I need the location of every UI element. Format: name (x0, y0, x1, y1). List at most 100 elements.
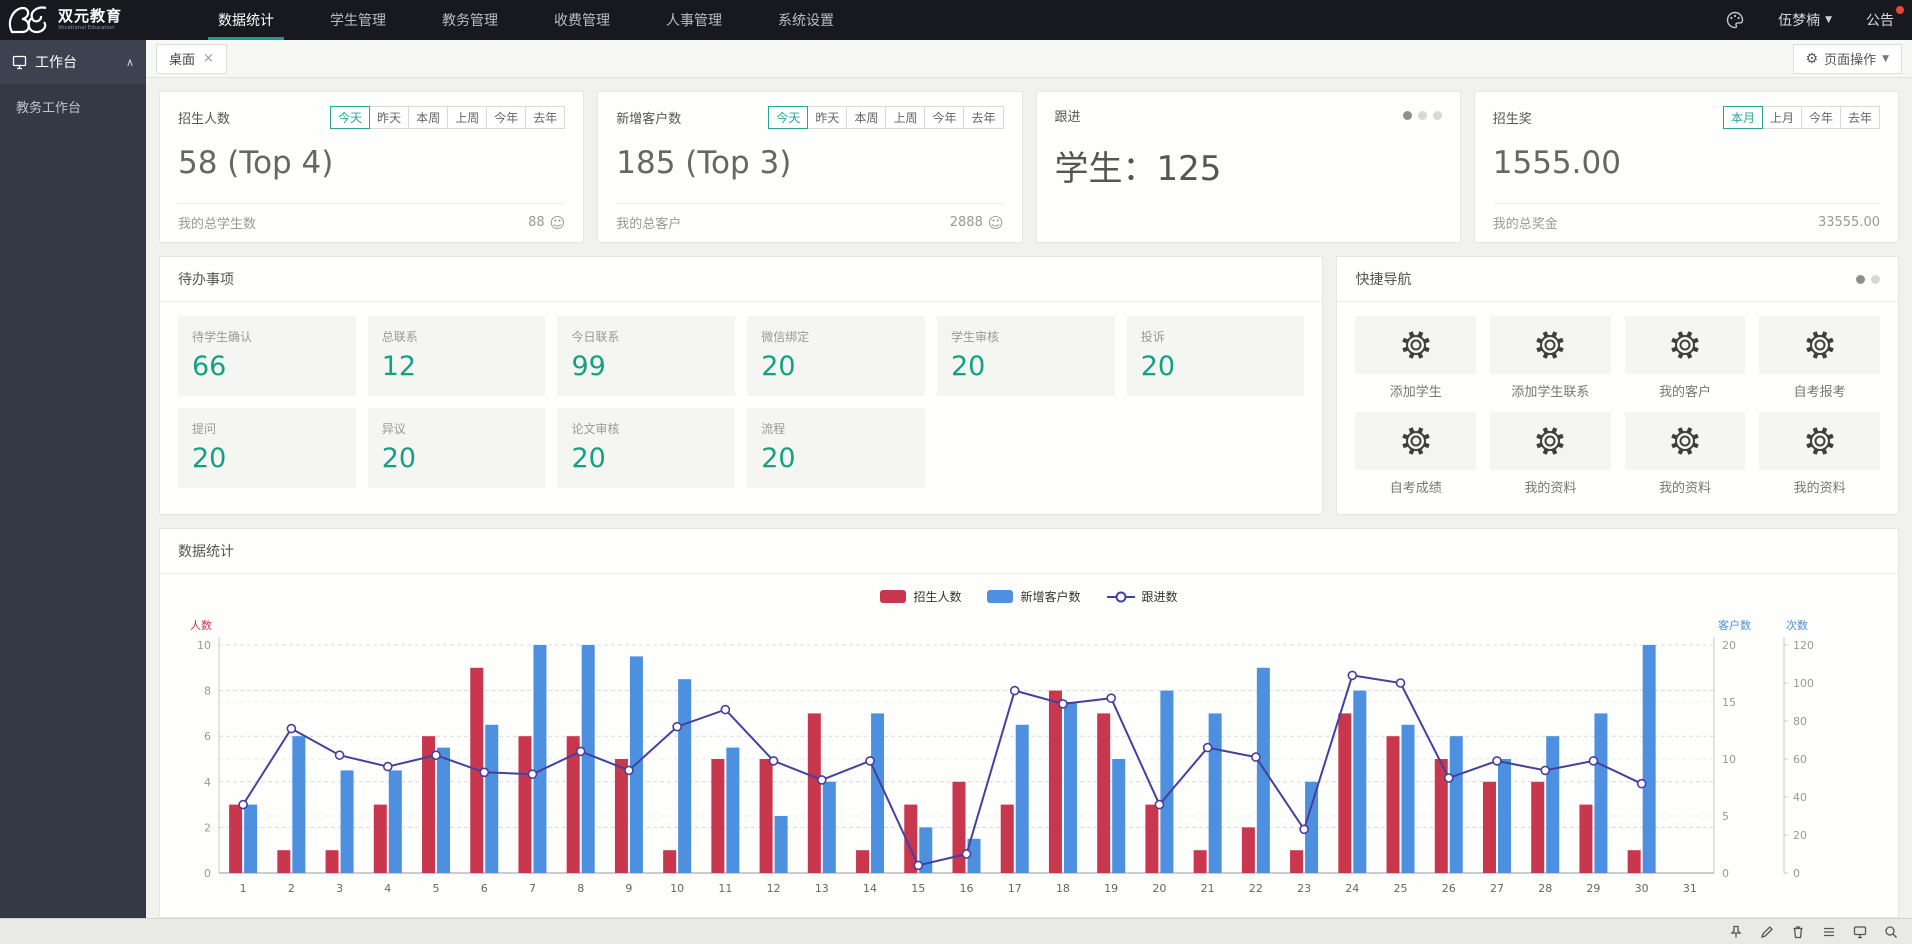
todo-item-value: 20 (951, 351, 1101, 382)
todo-item-微信绑定[interactable]: 微信绑定20 (747, 316, 925, 396)
filter-button-今年[interactable]: 今年 (486, 106, 526, 129)
pin-icon[interactable] (1728, 924, 1743, 939)
quicknav-item-我的资料[interactable]: 我的资料 (1490, 412, 1611, 496)
filter-button-本周[interactable]: 本周 (408, 106, 448, 129)
todo-item-流程[interactable]: 流程20 (747, 408, 925, 488)
notice-button[interactable]: 公告 (1866, 10, 1894, 30)
quicknav-item-label: 添加学生联系 (1490, 381, 1611, 400)
todo-item-总联系[interactable]: 总联系12 (368, 316, 546, 396)
nav-item-教务管理[interactable]: 教务管理 (414, 0, 526, 40)
legend-item-新增客户数[interactable]: 新增客户数 (987, 588, 1080, 605)
carousel-dot[interactable] (1433, 111, 1442, 120)
svg-text:人数: 人数 (190, 619, 212, 632)
app-logo[interactable]: 双元教育 Vocational Education (0, 5, 190, 35)
todo-item-value: 20 (1141, 351, 1291, 382)
filter-button-上周[interactable]: 上周 (447, 106, 487, 129)
nav-item-人事管理[interactable]: 人事管理 (638, 0, 750, 40)
todo-item-异议[interactable]: 异议20 (368, 408, 546, 488)
carousel-dot[interactable] (1418, 111, 1427, 120)
svg-text:20: 20 (1152, 882, 1166, 895)
todo-item-label: 投诉 (1141, 328, 1291, 345)
quicknav-item-自考报考[interactable]: 自考报考 (1759, 316, 1880, 400)
filter-button-去年[interactable]: 去年 (1840, 106, 1880, 129)
carousel-dot[interactable] (1403, 111, 1412, 120)
nav-item-收费管理[interactable]: 收费管理 (526, 0, 638, 40)
filter-button-本月[interactable]: 本月 (1723, 106, 1763, 129)
svg-text:25: 25 (1394, 882, 1408, 895)
todo-item-论文审核[interactable]: 论文审核20 (557, 408, 735, 488)
nav-item-系统设置[interactable]: 系统设置 (750, 0, 862, 40)
legend-item-招生人数[interactable]: 招生人数 (880, 588, 961, 605)
monitor-icon[interactable] (1852, 924, 1867, 939)
todo-item-提问[interactable]: 提问20 (178, 408, 356, 488)
filter-button-今天[interactable]: 今天 (330, 106, 370, 129)
todo-item-value: 20 (382, 443, 532, 474)
todo-item-value: 20 (192, 443, 342, 474)
svg-text:5: 5 (433, 882, 440, 895)
carousel-dot[interactable] (1871, 275, 1880, 284)
sidebar-item-jiaowu-workbench[interactable]: 教务工作台 (0, 84, 146, 128)
todo-item-label: 学生审核 (951, 328, 1101, 345)
search-icon[interactable] (1883, 924, 1898, 939)
svg-text:5: 5 (1722, 810, 1729, 823)
filter-button-去年[interactable]: 去年 (525, 106, 565, 129)
quicknav-item-我的资料[interactable]: 我的资料 (1759, 412, 1880, 496)
page-actions-button[interactable]: ⚙ 页面操作 ▼ (1793, 44, 1903, 74)
nav-item-数据统计[interactable]: 数据统计 (190, 0, 302, 40)
trash-icon[interactable] (1790, 924, 1805, 939)
card-footer-label: 我的总学生数 (178, 213, 256, 232)
collapse-icon: ∧ (126, 56, 134, 69)
svg-text:8: 8 (577, 882, 584, 895)
svg-text:31: 31 (1683, 882, 1697, 895)
filter-button-上周[interactable]: 上周 (885, 106, 925, 129)
filter-button-今年[interactable]: 今年 (924, 106, 964, 129)
todo-grid: 待学生确认66总联系12今日联系99微信绑定20学生审核20投诉20提问20异议… (178, 316, 1304, 488)
svg-text:26: 26 (1442, 882, 1456, 895)
filter-button-上月[interactable]: 上月 (1762, 106, 1802, 129)
workbench-label: 工作台 (35, 52, 118, 72)
tab-desktop[interactable]: 桌面 × (156, 44, 227, 74)
carousel-dots (1403, 111, 1442, 120)
quicknav-grid: 添加学生添加学生联系我的客户自考报考自考成绩我的资料我的资料我的资料 (1355, 316, 1880, 496)
svg-text:8: 8 (204, 685, 211, 698)
quicknav-item-我的资料[interactable]: 我的资料 (1625, 412, 1746, 496)
filter-button-去年[interactable]: 去年 (963, 106, 1003, 129)
svg-text:100: 100 (1793, 677, 1814, 690)
filter-button-昨天[interactable]: 昨天 (369, 106, 409, 129)
todo-item-value: 20 (761, 351, 911, 382)
nav-item-学生管理[interactable]: 学生管理 (302, 0, 414, 40)
filter-button-今年[interactable]: 今年 (1801, 106, 1841, 129)
close-icon[interactable]: × (203, 51, 214, 66)
sidebar-workbench-header[interactable]: 工作台 ∧ (0, 40, 146, 84)
quicknav-item-添加学生[interactable]: 添加学生 (1355, 316, 1476, 400)
bar-line-chart: 024681005101520020406080100120人数客户数次数123… (164, 611, 1864, 911)
list-icon[interactable] (1821, 924, 1836, 939)
todo-item-投诉[interactable]: 投诉 20 (1127, 316, 1305, 396)
svg-text:4: 4 (384, 882, 391, 895)
brand-title: 双元教育 (58, 8, 122, 25)
quicknav-item-label: 我的资料 (1490, 477, 1611, 496)
quicknav-item-自考成绩[interactable]: 自考成绩 (1355, 412, 1476, 496)
todo-item-待学生确认[interactable]: 待学生确认66 (178, 316, 356, 396)
todo-item-学生审核[interactable]: 学生审核 20 (937, 316, 1115, 396)
notice-badge (1896, 6, 1904, 14)
theme-palette-icon[interactable] (1726, 11, 1744, 29)
todo-item-今日联系[interactable]: 今日联系99 (557, 316, 735, 396)
todo-panel: 待办事项 待学生确认66总联系12今日联系99微信绑定20学生审核20投诉20提… (159, 256, 1323, 515)
user-menu[interactable]: 伍梦楠 ▼ (1778, 10, 1832, 30)
quicknav-item-添加学生联系[interactable]: 添加学生联系 (1490, 316, 1611, 400)
edit-icon[interactable] (1759, 924, 1774, 939)
gear-icon (1490, 316, 1611, 374)
carousel-dot[interactable] (1856, 275, 1865, 284)
gear-icon (1355, 412, 1476, 470)
quicknav-item-我的客户[interactable]: 我的客户 (1625, 316, 1746, 400)
sidebar: 工作台 ∧ 教务工作台 (0, 40, 146, 918)
svg-text:12: 12 (767, 882, 781, 895)
legend-item-跟进数[interactable]: 跟进数 (1107, 588, 1178, 605)
svg-text:17: 17 (1008, 882, 1022, 895)
filter-button-昨天[interactable]: 昨天 (807, 106, 847, 129)
filter-button-今天[interactable]: 今天 (768, 106, 808, 129)
smiley-icon: ☺ (550, 214, 566, 232)
svg-text:13: 13 (815, 882, 829, 895)
filter-button-本周[interactable]: 本周 (846, 106, 886, 129)
